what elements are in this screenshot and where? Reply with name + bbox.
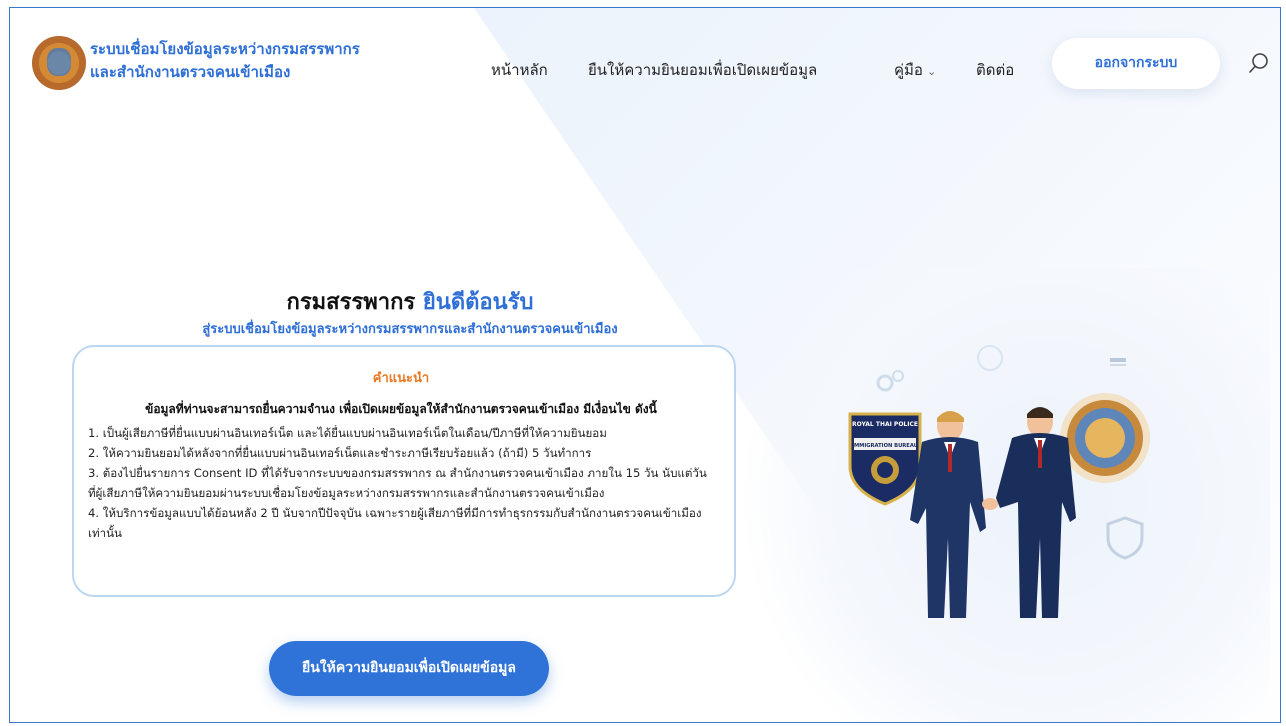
logout-button[interactable]: ออกจากระบบ [1052,38,1220,89]
chevron-down-icon: ⌄ [926,65,937,78]
nav-consent[interactable]: ยืนให้ความยินยอมเพื่อเปิดเผยข้อมูล [588,58,817,82]
logo-emblem[interactable] [32,36,86,90]
instruction-item: 2. ให้ความยินยอมได้หลังจากที่ยื่นแบบผ่าน… [88,446,592,460]
brand-line-1: ระบบเชื่อมโยงข้อมูลระหว่างกรมสรรพากร [90,40,360,58]
brand-title[interactable]: ระบบเชื่อมโยงข้อมูลระหว่างกรมสรรพากร และ… [90,38,360,84]
instruction-item: 1. เป็นผู้เสียภาษีที่ยื่นแบบผ่านอินเทอร์… [88,426,607,440]
nav-contact[interactable]: ติดต่อ [976,58,1014,82]
consent-button[interactable]: ยืนให้ความยินยอมเพื่อเปิดเผยข้อมูล [269,641,549,696]
hero-title-highlight: ยินดีต้อนรับ [422,290,534,315]
businessman-right [996,407,1076,618]
instruction-item: 4. ให้บริการข้อมูลแบบได้ย้อนหลัง 2 ปี นั… [88,506,702,540]
instruction-item: 3. ต้องไปยื่นรายการ Consent ID ที่ได้รับ… [88,466,707,500]
nav-manual[interactable]: คู่มือ ⌄ [894,58,936,82]
card-lead: ข้อมูลที่ท่านจะสามารถยื่นความจำนง เพื่อเ… [145,402,657,416]
police-badge: ROYAL THAI POLICE IMMIGRATION BUREAU [848,412,922,506]
hero-subtitle: สู่ระบบเชื่อมโยงข้อมูลระหว่างกรมสรรพากรแ… [202,322,618,337]
hero-title-prefix: กรมสรรพากร [286,290,416,315]
search-icon[interactable] [1248,52,1270,74]
nav-manual-label: คู่มือ [894,61,923,79]
nav-home[interactable]: หน้าหลัก [491,58,548,82]
card-heading: คำแนะนำ [372,371,430,386]
badge-top-text: ROYAL THAI POLICE [852,421,918,428]
revenue-seal [1060,393,1150,483]
shield-icon [1106,516,1144,560]
brand-line-2: และสำนักงานตรวจคนเข้าเมือง [90,63,291,81]
handshake-illustration: ROYAL THAI POLICE IMMIGRATION BUREAU [848,345,1150,618]
instructions-card: คำแนะนำ ข้อมูลที่ท่านจะสามารถยื่นความจำน… [72,345,736,597]
badge-band-text: IMMIGRATION BUREAU [852,443,918,449]
hero-title: กรมสรรพากร ยินดีต้อนรับ [10,284,810,319]
page-frame: ระบบเชื่อมโยงข้อมูลระหว่างกรมสรรพากร และ… [9,7,1281,723]
